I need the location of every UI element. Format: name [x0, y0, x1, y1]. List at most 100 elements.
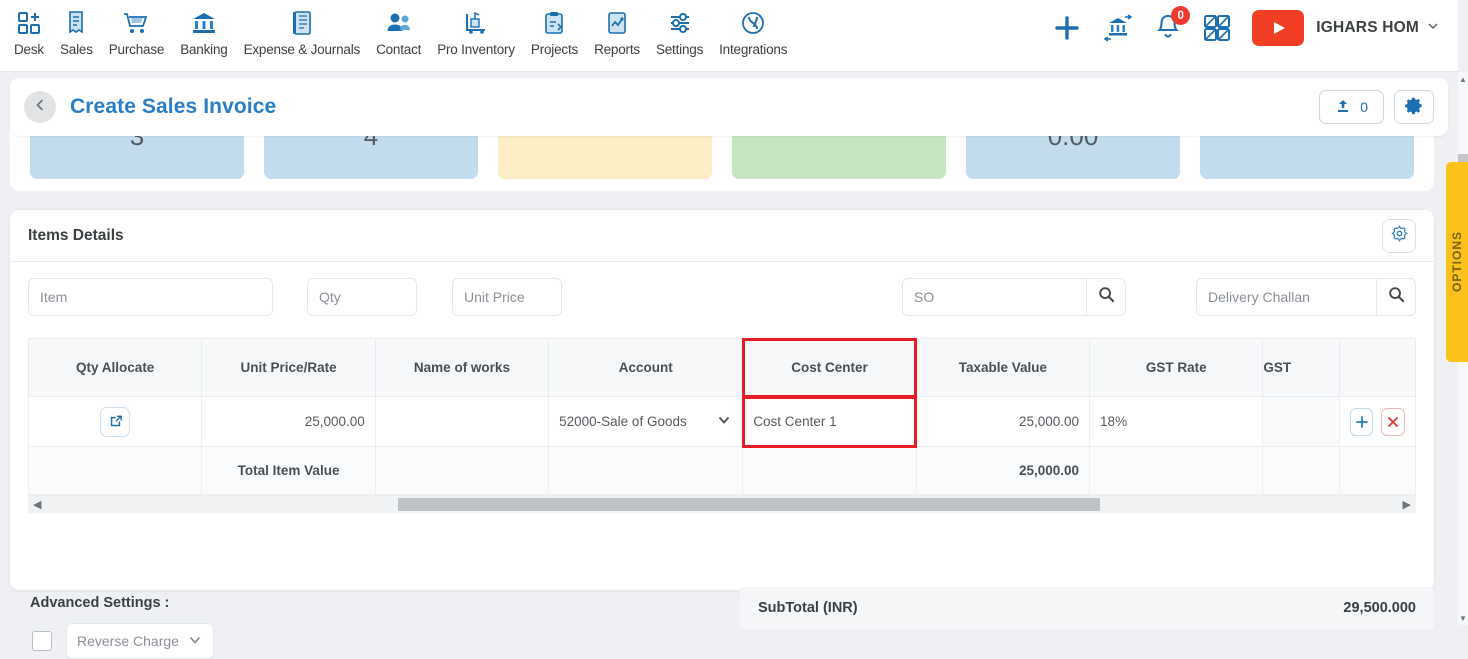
nav-label: Contact	[376, 42, 422, 57]
add-row-button[interactable]	[1349, 407, 1374, 436]
items-details-header: Items Details	[10, 210, 1434, 262]
totals-blank-4	[742, 446, 917, 495]
so-input[interactable]	[902, 278, 1086, 316]
scroll-track[interactable]	[46, 498, 1397, 511]
cell-gst[interactable]	[1262, 396, 1340, 447]
items-settings-button[interactable]	[1382, 219, 1416, 253]
col-account[interactable]: Account	[548, 338, 744, 397]
header-actions: 0 IGHARS HOM	[1052, 0, 1458, 56]
reverse-charge-checkbox[interactable]	[32, 631, 52, 651]
totals-taxable-value: 25,000.00	[915, 446, 1091, 495]
nav-item-expense-journals[interactable]: Expense & Journals	[236, 6, 368, 59]
reports-chart-icon	[604, 8, 630, 38]
nav-item-sales[interactable]: Sales	[52, 6, 101, 59]
cell-name-of-works[interactable]	[374, 396, 550, 447]
sales-icon	[63, 8, 89, 38]
nav-item-reports[interactable]: Reports	[586, 6, 648, 59]
projects-clipboard-icon	[541, 8, 567, 38]
plus-icon[interactable]	[1052, 13, 1082, 43]
reverse-charge-row: Reverse Charge	[32, 623, 214, 659]
cell-cost-center[interactable]: Cost Center 1	[741, 395, 918, 448]
col-cost-center[interactable]: Cost Center	[741, 337, 918, 398]
delivery-challan-search-button[interactable]	[1376, 278, 1416, 316]
col-unit-price-rate[interactable]: Unit Price/Rate	[201, 338, 376, 397]
col-taxable-value[interactable]: Taxable Value	[915, 338, 1091, 397]
top-nav-items: Desk Sales Purchase Banking Expense & Jo	[0, 0, 795, 59]
totals-blank-6	[1262, 446, 1340, 495]
attachment-button[interactable]: 0	[1319, 90, 1384, 124]
apps-grid-icon[interactable]	[1202, 13, 1232, 43]
gear-icon	[1404, 96, 1424, 118]
cell-account[interactable]: 52000-Sale of Goods	[548, 396, 744, 447]
col-qty-allocate[interactable]: Qty Allocate	[27, 338, 203, 397]
page-header-actions: 0	[1319, 90, 1448, 124]
upload-icon	[1335, 98, 1351, 117]
user-menu[interactable]: IGHARS HOM	[1316, 19, 1440, 38]
col-name-of-works[interactable]: Name of works	[374, 338, 550, 397]
cell-gst-rate[interactable]: 18%	[1089, 396, 1264, 447]
chevron-down-icon	[187, 632, 203, 651]
so-search-button[interactable]	[1086, 278, 1126, 316]
so-search-group	[902, 278, 1126, 316]
account-value: 52000-Sale of Goods	[559, 414, 687, 429]
items-details-heading: Items Details	[28, 226, 124, 244]
chevron-down-icon	[1426, 19, 1440, 38]
unit-price-input[interactable]	[452, 278, 562, 316]
nav-label: Desk	[14, 42, 44, 57]
cell-unit-price-rate[interactable]: 25,000.00	[201, 396, 376, 447]
chevron-left-icon	[33, 98, 47, 117]
contacts-icon	[385, 8, 413, 38]
scroll-up-arrow-icon[interactable]: ▲	[1458, 72, 1468, 86]
table-header-row: Qty Allocate Unit Price/Rate Name of wor…	[27, 337, 1417, 398]
nav-item-contact[interactable]: Contact	[368, 6, 429, 59]
nav-label: Pro Inventory	[437, 42, 515, 57]
col-actions	[1338, 338, 1417, 397]
bank-transfer-icon[interactable]	[1102, 14, 1134, 42]
caret-left-icon[interactable]: ◀	[28, 498, 46, 511]
item-input[interactable]	[28, 278, 273, 316]
table-row: 25,000.00 52000-Sale of Goods Cost Cente…	[27, 395, 1417, 448]
nav-item-desk[interactable]: Desk	[6, 6, 52, 59]
page-header: Create Sales Invoice 0	[10, 78, 1448, 136]
desk-icon	[16, 8, 42, 38]
col-gst[interactable]: GST	[1262, 338, 1340, 397]
inventory-icon	[463, 8, 489, 38]
delivery-challan-input[interactable]	[1196, 278, 1376, 316]
nav-item-integrations[interactable]: Integrations	[711, 6, 795, 59]
nav-label: Projects	[530, 42, 579, 57]
nav-item-settings[interactable]: Settings	[648, 6, 711, 59]
advanced-settings-heading: Advanced Settings :	[30, 595, 170, 611]
subtotal-row: SubTotal (INR) 29,500.000	[740, 587, 1434, 629]
items-table: Qty Allocate Unit Price/Rate Name of wor…	[27, 337, 1417, 495]
nav-item-pro-inventory[interactable]: Pro Inventory	[429, 6, 523, 59]
nav-item-projects[interactable]: Projects	[523, 6, 586, 59]
back-button[interactable]	[24, 91, 56, 123]
delete-row-button[interactable]	[1381, 407, 1405, 436]
table-totals-row: Total Item Value 25,000.00	[27, 446, 1417, 495]
bell-icon[interactable]: 0	[1154, 6, 1191, 43]
caret-right-icon[interactable]: ▶	[1398, 498, 1416, 511]
totals-blank-2	[374, 446, 550, 495]
nav-item-banking[interactable]: Banking	[172, 6, 235, 59]
options-side-tab[interactable]: OPTIONS	[1446, 162, 1468, 362]
scroll-down-arrow-icon[interactable]: ▼	[1458, 611, 1468, 625]
items-details-panel: Items Details Item Qty Unit Price SO Del…	[10, 210, 1434, 590]
col-gst-rate[interactable]: GST Rate	[1089, 338, 1264, 397]
items-table-wrapper: Qty Allocate Unit Price/Rate Name of wor…	[27, 337, 1417, 495]
youtube-play-icon[interactable]	[1252, 10, 1305, 46]
nav-label: Sales	[59, 42, 93, 57]
gear-icon	[1390, 225, 1408, 247]
page-settings-button[interactable]	[1394, 90, 1434, 124]
qty-input[interactable]	[307, 278, 417, 316]
scroll-thumb[interactable]	[397, 498, 1101, 511]
integrations-plug-icon	[740, 8, 766, 38]
reverse-charge-select[interactable]: Reverse Charge	[66, 623, 214, 659]
user-name-label: IGHARS HOM	[1316, 19, 1419, 36]
external-link-icon[interactable]	[100, 406, 131, 437]
cell-taxable-value[interactable]: 25,000.00	[915, 396, 1091, 447]
chevron-down-icon[interactable]	[716, 412, 732, 431]
table-horizontal-scrollbar[interactable]: ◀ ▶	[28, 495, 1416, 513]
cell-row-actions	[1338, 396, 1417, 447]
nav-item-purchase[interactable]: Purchase	[101, 6, 172, 59]
page-content: 3 4 0.00 Items Details Item Qty Unit Pri…	[10, 125, 1448, 659]
